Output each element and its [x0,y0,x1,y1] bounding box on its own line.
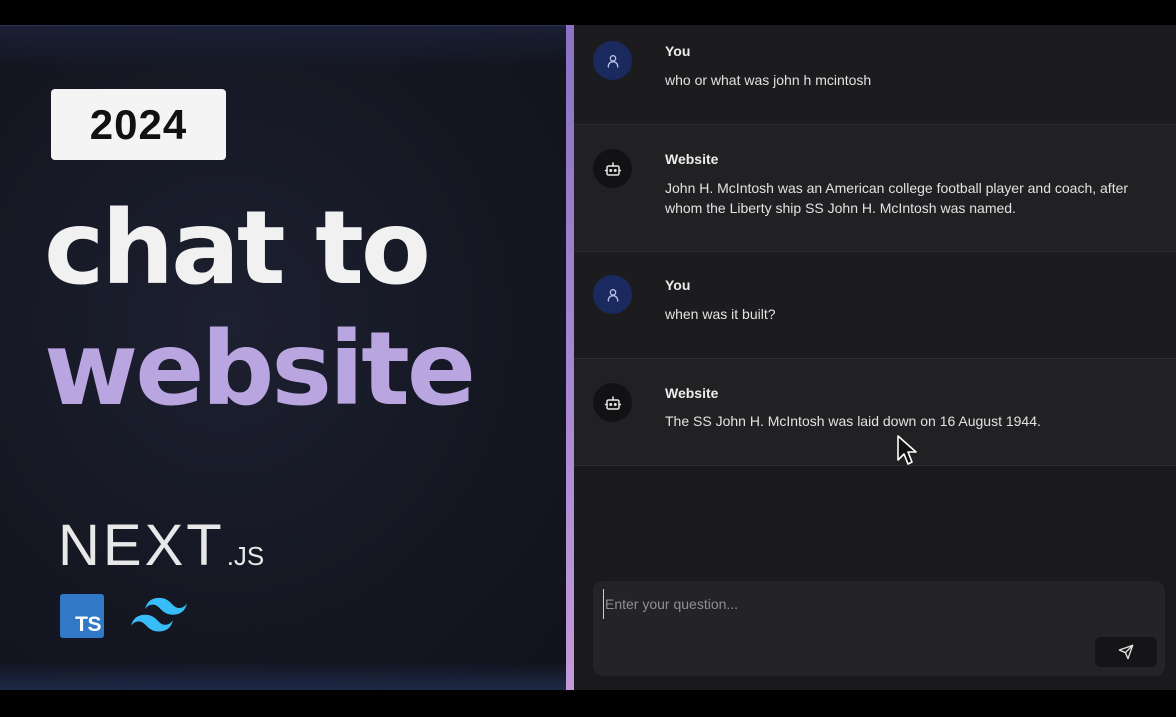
tailwind-icon [131,597,187,632]
nextjs-logo-suffix: .JS [226,541,265,571]
user-icon [607,54,618,68]
bot-avatar [593,383,632,422]
promo-panel: 2024 chat to website NEXT .JS TS [0,25,566,690]
typescript-icon: TS [60,594,104,638]
chat-panel: You who or what was john h mcintosh Webs… [574,25,1176,690]
question-composer [593,581,1165,676]
message-author: You [665,43,691,59]
user-avatar [593,41,632,80]
message-author: Website [665,385,719,401]
mouse-cursor-icon [897,435,917,465]
user-avatar [593,275,632,314]
chat-message-bot: Website The SS John H. McIntosh was laid… [574,359,1176,466]
chat-message-user: You who or what was john h mcintosh [574,25,1176,125]
send-button[interactable] [1095,637,1157,667]
chat-message-user: You when was it built? [574,252,1176,359]
message-author: Website [665,151,719,167]
nextjs-logo-word: NEXT [58,513,225,578]
promo-top-shade [0,26,566,68]
panel-divider [566,25,574,690]
headline-line-2: website [44,310,476,429]
message-text: when was it built? [665,306,776,322]
promo-bottom-shade [0,662,566,690]
bot-icon [604,395,621,410]
message-author: You [665,277,691,293]
nextjs-logo: NEXT .JS [58,512,265,578]
message-text: John H. McIntosh was an American college… [665,180,1129,216]
question-input[interactable] [603,589,1083,619]
headline-line-1: chat to [44,189,431,308]
bot-icon [604,161,621,176]
top-letterbox [0,0,1176,25]
message-text: who or what was john h mcintosh [665,72,872,88]
message-text: The SS John H. McIntosh was laid down on… [665,413,1041,429]
bot-avatar [593,149,632,188]
bottom-letterbox [0,690,1176,717]
user-icon [607,288,618,302]
send-icon [1118,644,1134,660]
year-badge: 2024 [51,89,226,160]
chat-message-bot: Website John H. McIntosh was an American… [574,125,1176,252]
typescript-icon-label: TS [75,613,101,636]
